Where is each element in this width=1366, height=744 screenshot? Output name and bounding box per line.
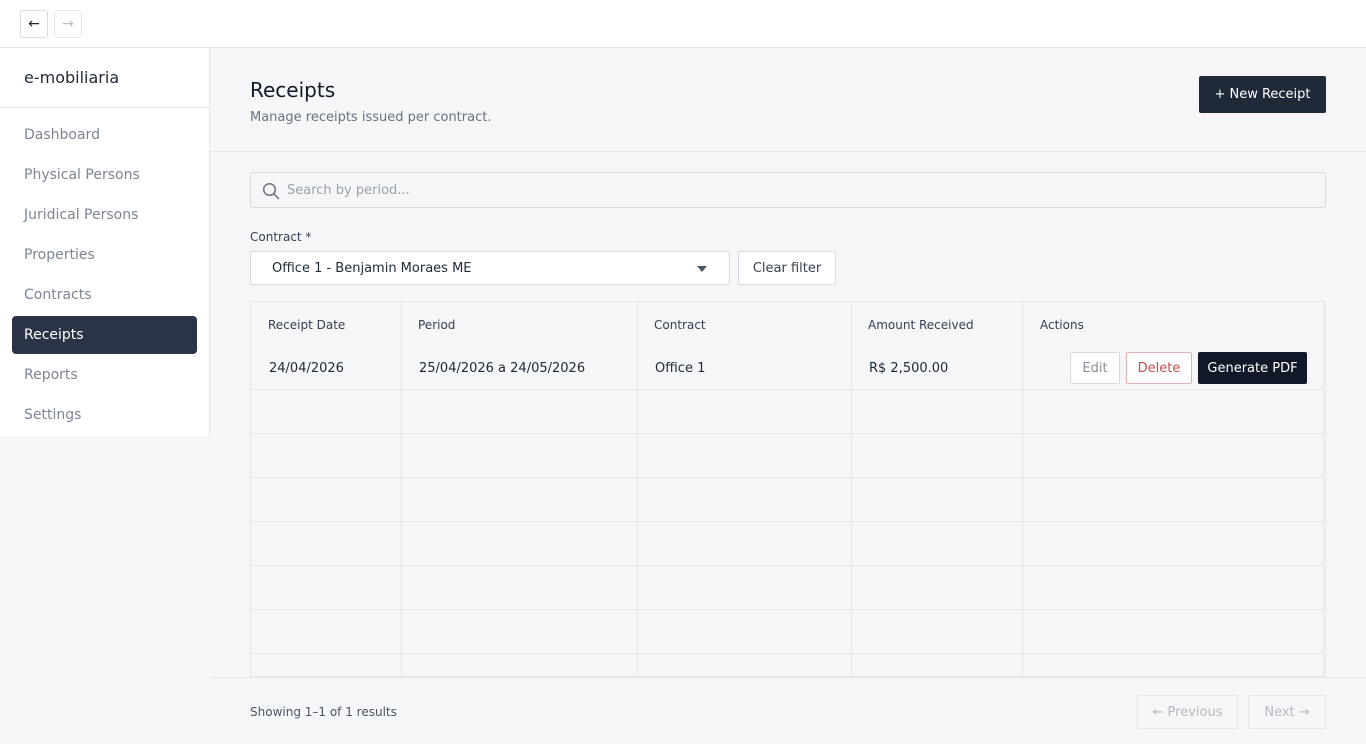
column-divider bbox=[1022, 302, 1023, 676]
sidebar-item-dashboard[interactable]: Dashboard bbox=[12, 116, 197, 154]
page-title: Receipts bbox=[250, 78, 336, 102]
column-divider bbox=[637, 302, 638, 676]
contract-select-value: Office 1 - Benjamin Moraes ME bbox=[272, 261, 472, 276]
column-divider bbox=[851, 302, 852, 676]
page-header: Receipts Manage receipts issued per cont… bbox=[210, 48, 1366, 152]
column-header-contract[interactable]: Contract bbox=[654, 318, 706, 332]
row-divider bbox=[251, 521, 1323, 522]
cell-amount: R$ 2,500.00 bbox=[869, 361, 949, 376]
row-divider bbox=[251, 389, 1323, 390]
sidebar-item-reports[interactable]: Reports bbox=[12, 356, 197, 394]
cell-period: 25/04/2026 a 24/05/2026 bbox=[419, 361, 586, 376]
row-divider bbox=[251, 609, 1323, 610]
row-divider bbox=[251, 565, 1323, 566]
column-divider bbox=[1323, 302, 1324, 676]
column-header-receipt-date[interactable]: Receipt Date bbox=[268, 318, 345, 332]
column-header-actions: Actions bbox=[1040, 318, 1084, 332]
contract-select[interactable]: Office 1 - Benjamin Moraes ME bbox=[250, 251, 730, 285]
sidebar-item-contracts[interactable]: Contracts bbox=[12, 276, 197, 314]
forward-arrow-icon[interactable]: → bbox=[54, 10, 82, 38]
new-receipt-button[interactable]: + New Receipt bbox=[1199, 76, 1326, 113]
receipts-table: Receipt Date Period Contract Amount Rece… bbox=[250, 301, 1326, 677]
edit-button[interactable]: Edit bbox=[1070, 352, 1120, 384]
row-divider bbox=[251, 433, 1323, 434]
back-arrow-icon[interactable]: ← bbox=[20, 10, 48, 38]
column-header-period[interactable]: Period bbox=[418, 318, 455, 332]
search-box bbox=[250, 172, 1326, 208]
sidebar-item-settings[interactable]: Settings bbox=[12, 396, 197, 434]
cell-receipt-date: 24/04/2026 bbox=[269, 361, 344, 376]
generate-pdf-button[interactable]: Generate PDF bbox=[1198, 352, 1307, 384]
previous-page-button[interactable]: ← Previous bbox=[1137, 695, 1238, 729]
column-header-amount[interactable]: Amount Received bbox=[868, 318, 974, 332]
browser-toolbar: ← → bbox=[0, 0, 1366, 48]
sidebar-item-receipts[interactable]: Receipts bbox=[12, 316, 197, 354]
results-count: Showing 1–1 of 1 results bbox=[250, 705, 397, 719]
clear-filter-button[interactable]: Clear filter bbox=[738, 251, 836, 285]
search-input[interactable] bbox=[287, 173, 1287, 207]
page-subtitle: Manage receipts issued per contract. bbox=[250, 110, 492, 125]
row-divider bbox=[251, 653, 1323, 654]
sidebar-item-properties[interactable]: Properties bbox=[12, 236, 197, 274]
main-content: Receipts Manage receipts issued per cont… bbox=[210, 48, 1366, 744]
row-divider bbox=[251, 477, 1323, 478]
cell-contract: Office 1 bbox=[655, 361, 706, 376]
sidebar-item-juridical-persons[interactable]: Juridical Persons bbox=[12, 196, 197, 234]
pagination-footer: Showing 1–1 of 1 results ← Previous Next… bbox=[210, 677, 1366, 744]
search-icon bbox=[262, 182, 280, 200]
contract-label: Contract * bbox=[250, 230, 312, 244]
brand-logo[interactable]: e-mobiliaria bbox=[0, 48, 209, 108]
next-page-button[interactable]: Next → bbox=[1248, 695, 1326, 729]
column-divider bbox=[401, 302, 402, 676]
chevron-down-icon bbox=[697, 266, 707, 272]
delete-button[interactable]: Delete bbox=[1126, 352, 1192, 384]
sidebar-nav: Dashboard Physical Persons Juridical Per… bbox=[0, 108, 209, 434]
sidebar-item-physical-persons[interactable]: Physical Persons bbox=[12, 156, 197, 194]
sidebar: e-mobiliaria Dashboard Physical Persons … bbox=[0, 48, 210, 436]
